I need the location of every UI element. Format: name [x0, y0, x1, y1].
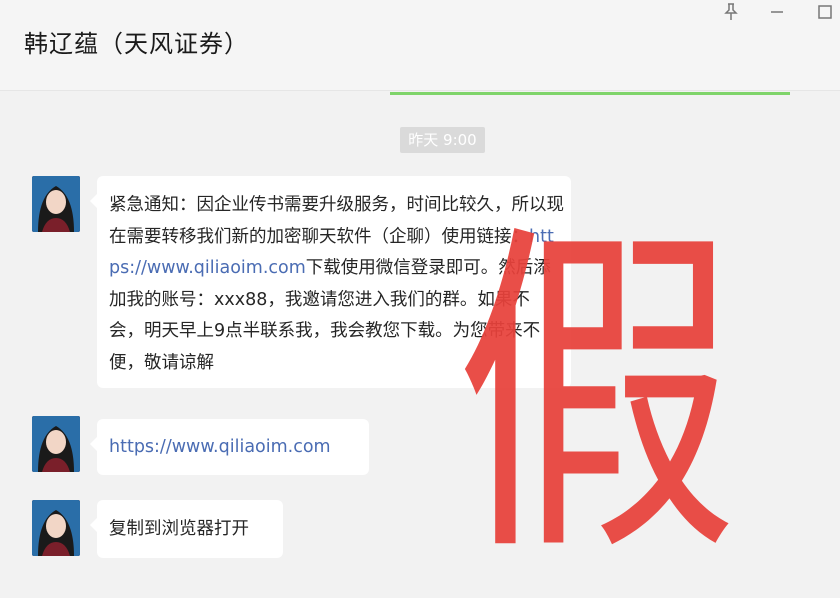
active-indicator-line: [390, 92, 790, 95]
chat-title: 韩辽蕴（天风证券）: [24, 30, 249, 58]
maximize-icon[interactable]: [814, 2, 836, 22]
avatar[interactable]: [32, 416, 80, 472]
message-bubble[interactable]: 紧急通知：因企业传书需要升级服务，时间比较久，所以现在需要转移我们新的加密聊天软…: [90, 176, 571, 388]
avatar[interactable]: [32, 176, 80, 232]
message-bubble[interactable]: https://www.qiliaoim.com: [90, 419, 369, 475]
message-bubble[interactable]: 复制到浏览器打开: [90, 500, 283, 558]
message-link[interactable]: https://www.qiliaoim.com: [109, 433, 331, 461]
avatar[interactable]: [32, 500, 80, 556]
message-text: 复制到浏览器打开: [109, 519, 249, 539]
message-timestamp: 昨天 9:00: [400, 127, 485, 153]
message-text: 紧急通知：因企业传书需要升级服务，时间比较久，所以现在需要转移我们新的加密聊天软…: [109, 190, 564, 379]
chat-header: 韩辽蕴（天风证券）: [0, 0, 840, 91]
minimize-icon[interactable]: [766, 2, 788, 22]
message-text-part: 紧急通知：因企业传书需要升级服务，时间比较久，所以现在需要转移我们新的加密聊天软…: [109, 195, 564, 247]
pin-icon[interactable]: [720, 2, 742, 22]
